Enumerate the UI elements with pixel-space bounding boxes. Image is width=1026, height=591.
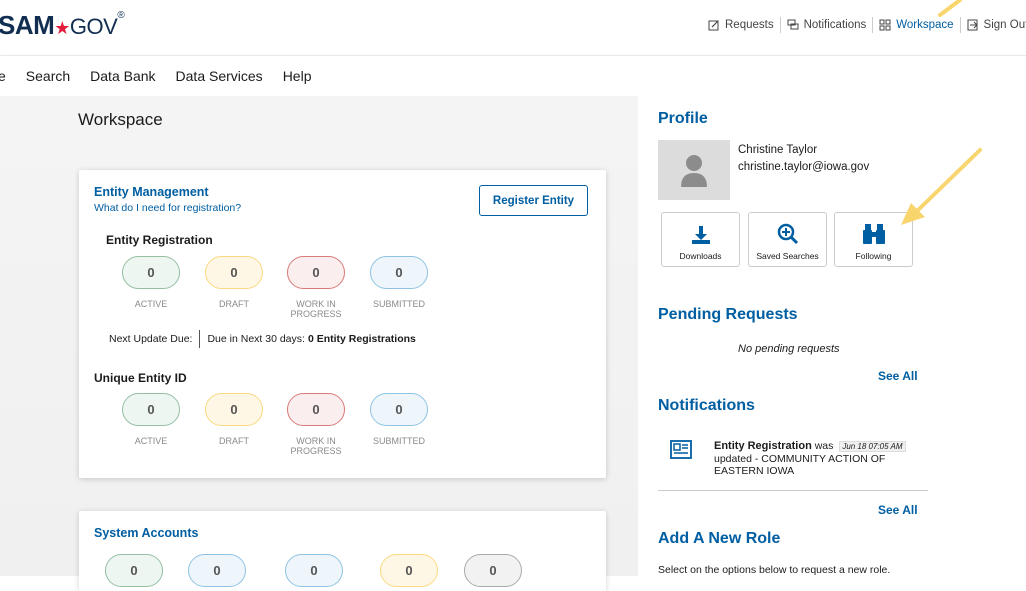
ueid-draft-count[interactable]: 0 [205, 393, 263, 426]
pending-requests-title: Pending Requests [658, 306, 798, 323]
saved-searches-label: Saved Searches [756, 251, 819, 261]
pending-see-all-link[interactable]: See All [878, 369, 918, 383]
profile-details: Christine Taylor christine.taylor@iowa.g… [738, 142, 869, 176]
sa-count-2[interactable]: 0 [188, 554, 246, 587]
logo-registered: ® [117, 10, 125, 21]
sa-count-3[interactable]: 0 [285, 554, 343, 587]
edit-icon [708, 20, 719, 31]
logo-star: ★ [54, 18, 70, 38]
notifications-label: Notifications [803, 19, 867, 31]
ueid-active-label: ACTIVE [134, 436, 168, 446]
ueid-wip-count[interactable]: 0 [287, 393, 345, 426]
downloads-label: Downloads [679, 251, 722, 261]
notification-subject: Entity Registration [714, 440, 812, 452]
next-update-due: Next Update Due: Due in Next 30 days: 0 … [109, 330, 416, 348]
sa-count-1[interactable]: 0 [105, 554, 163, 587]
chat-icon [787, 19, 799, 30]
sam-gov-logo[interactable]: SAM★GOV® [0, 10, 125, 41]
search-plus-icon [777, 223, 798, 245]
nav-item-data-services[interactable]: Data Services [176, 68, 263, 84]
following-button[interactable]: Following [834, 212, 913, 267]
er-submitted-count[interactable]: 0 [370, 256, 428, 289]
sign-out-icon [967, 19, 978, 31]
nav-item-data-bank[interactable]: Data Bank [90, 68, 155, 84]
requests-link[interactable]: Requests [708, 17, 774, 33]
er-draft-label: DRAFT [219, 299, 249, 309]
divider [779, 17, 781, 33]
notification-item[interactable]: Entity Registration was Jun 18 07:05 AM … [714, 440, 924, 477]
ueid-active-count[interactable]: 0 [122, 393, 180, 426]
add-role-text: Select on the options below to request a… [658, 564, 891, 576]
no-pending-text: No pending requests [738, 343, 840, 355]
er-active-label: ACTIVE [134, 299, 168, 309]
divider [658, 490, 928, 491]
entity-management-card: Entity Management What do I need for reg… [79, 170, 606, 478]
sign-out-label: Sign Out [983, 19, 1026, 31]
saved-searches-button[interactable]: Saved Searches [748, 212, 827, 267]
sign-out-link[interactable]: Sign Out [967, 17, 1026, 33]
ueid-submitted-label: SUBMITTED [372, 436, 425, 446]
divider [959, 17, 961, 33]
add-role-title: Add A New Role [658, 530, 781, 547]
notification-date: Jun 18 07:05 AM [839, 441, 906, 452]
downloads-button[interactable]: Downloads [661, 212, 740, 267]
nav-item-partial[interactable]: e [0, 68, 6, 84]
notifications-link[interactable]: Notifications [787, 17, 867, 33]
binoculars-icon [862, 224, 885, 244]
workspace-label: Workspace [896, 19, 954, 31]
download-icon [691, 226, 710, 244]
header-links: Requests Notifications Workspace Sign Ou… [708, 17, 1026, 59]
top-bar: SAM★GOV® Requests Notifications Workspac… [0, 0, 1026, 59]
ueid-draft-label: DRAFT [219, 436, 249, 446]
notifications-title: Notifications [658, 397, 755, 414]
divider [199, 330, 201, 348]
page-title: Workspace [78, 110, 163, 129]
notifications-see-all-link[interactable]: See All [878, 503, 918, 517]
er-draft-count[interactable]: 0 [205, 256, 263, 289]
unique-entity-id-title: Unique Entity ID [94, 371, 187, 385]
user-icon [681, 155, 707, 187]
registration-help-link[interactable]: What do I need for registration? [94, 202, 241, 214]
ueid-wip-label: WORK IN PROGRESS [290, 436, 342, 456]
newspaper-icon [670, 440, 692, 465]
logo-sam: SAM [0, 10, 55, 40]
er-submitted-label: SUBMITTED [372, 299, 425, 309]
nav-item-search[interactable]: Search [26, 68, 70, 84]
grid-icon [879, 19, 891, 31]
system-accounts-card: System Accounts 0 0 0 0 0 [79, 511, 606, 591]
ueid-submitted-count[interactable]: 0 [370, 393, 428, 426]
er-wip-count[interactable]: 0 [287, 256, 345, 289]
next-update-label: Next Update Due: [109, 333, 193, 345]
workspace-link[interactable]: Workspace [879, 17, 954, 59]
sa-count-4[interactable]: 0 [380, 554, 438, 587]
er-wip-label: WORK IN PROGRESS [290, 299, 342, 319]
notification-text: updated - COMMUNITY ACTION OF EASTERN IO… [714, 453, 886, 477]
register-entity-button[interactable]: Register Entity [479, 185, 588, 216]
logo-gov: GOV [69, 14, 118, 39]
avatar [658, 140, 730, 200]
profile-title: Profile [658, 110, 708, 127]
profile-name: Christine Taylor [738, 144, 818, 156]
divider [872, 17, 874, 33]
next-update-prefix: Due in Next 30 days: [207, 333, 305, 345]
entity-registration-title: Entity Registration [106, 233, 213, 247]
notification-was: was [811, 440, 837, 452]
profile-email: christine.taylor@iowa.gov [738, 161, 870, 173]
next-update-value: 0 Entity Registrations [307, 333, 416, 345]
nav-item-help[interactable]: Help [283, 68, 312, 84]
entity-management-title[interactable]: Entity Management [94, 185, 209, 199]
sa-count-5[interactable]: 0 [464, 554, 522, 587]
main-nav: e Search Data Bank Data Services Help [0, 56, 1026, 96]
requests-label: Requests [725, 19, 774, 31]
er-active-count[interactable]: 0 [122, 256, 180, 289]
following-label: Following [855, 251, 892, 261]
system-accounts-title[interactable]: System Accounts [94, 526, 198, 540]
